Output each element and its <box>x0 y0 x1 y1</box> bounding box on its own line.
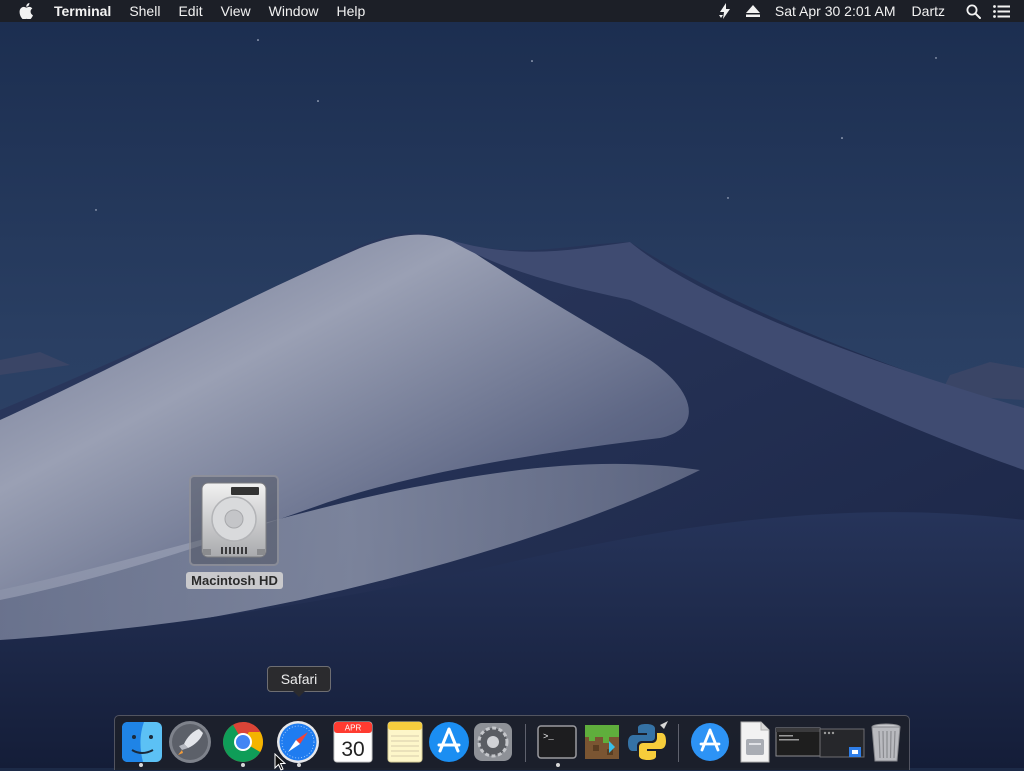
app-store-icon <box>429 722 469 762</box>
apple-logo-icon[interactable] <box>19 0 37 22</box>
document-icon <box>740 721 770 763</box>
dock-item-notes[interactable] <box>382 719 428 765</box>
menu-bar: Terminal Shell Edit View Window Help Sat… <box>0 0 1024 22</box>
dock-item-launchpad[interactable] <box>167 719 213 765</box>
python-icon <box>628 721 668 760</box>
trash-icon <box>871 723 901 762</box>
menu-bar-user[interactable]: Dartz <box>904 0 959 22</box>
chrome-icon <box>223 722 263 762</box>
dock-item-finder[interactable] <box>119 719 165 765</box>
drive-sync-icon[interactable] <box>716 0 734 22</box>
running-indicator-terminal <box>556 763 560 767</box>
terminal-prompt: >_ <box>543 732 554 742</box>
app-store-folder-icon <box>691 723 729 761</box>
screen-recording-icon <box>819 728 865 758</box>
dock-item-app-store-folder[interactable] <box>687 719 733 765</box>
dock-item-python[interactable] <box>624 719 670 765</box>
menu-edit[interactable]: Edit <box>169 0 211 22</box>
running-indicator-finder <box>139 763 143 767</box>
menu-shell[interactable]: Shell <box>120 0 169 22</box>
spotlight-search-icon[interactable] <box>964 0 982 22</box>
calendar-month: APR <box>345 724 362 733</box>
dock-tooltip: Safari <box>267 666 331 697</box>
menu-bar-left: Terminal Shell Edit View Window Help <box>0 0 374 22</box>
minecraft-icon <box>585 725 619 759</box>
menu-help[interactable]: Help <box>327 0 374 22</box>
dock-item-terminal[interactable]: >_ <box>534 719 580 765</box>
notification-center-icon[interactable] <box>992 0 1010 22</box>
hard-drive-icon <box>201 482 267 558</box>
notes-icon <box>387 721 423 763</box>
dock-item-chrome[interactable] <box>220 719 266 765</box>
dock: APR 30 >_ <box>114 715 910 770</box>
running-indicator-chrome <box>241 763 245 767</box>
eject-icon[interactable] <box>744 0 762 22</box>
desktop-icon-label: Macintosh HD <box>186 572 283 589</box>
dock-item-app-store[interactable] <box>426 719 472 765</box>
dock-item-trash[interactable] <box>863 719 909 765</box>
calendar-icon: APR 30 <box>333 721 373 763</box>
dock-item-calendar[interactable]: APR 30 <box>330 719 376 765</box>
launchpad-icon <box>169 721 211 763</box>
finder-icon <box>122 722 162 762</box>
menu-bar-clock[interactable]: Sat Apr 30 2:01 AM <box>767 0 904 22</box>
menu-view[interactable]: View <box>212 0 260 22</box>
dock-separator <box>525 724 526 762</box>
dock-separator <box>678 724 679 762</box>
mouse-cursor-icon <box>274 753 286 771</box>
terminal-window-icon <box>775 727 821 757</box>
terminal-icon: >_ <box>537 725 577 759</box>
dock-item-minecraft[interactable] <box>579 719 625 765</box>
menu-app-name[interactable]: Terminal <box>54 0 120 22</box>
system-preferences-icon <box>474 723 512 761</box>
dock-item-system-preferences[interactable] <box>470 719 516 765</box>
menu-bar-extras: Sat Apr 30 2:01 AM Dartz <box>711 0 1024 22</box>
running-indicator-safari <box>297 763 301 767</box>
dock-item-screen-recording[interactable] <box>819 719 865 765</box>
calendar-day: 30 <box>341 738 364 761</box>
dock-item-terminal-window[interactable] <box>775 719 821 765</box>
menu-window[interactable]: Window <box>260 0 328 22</box>
dock-item-document[interactable] <box>731 719 777 765</box>
desktop-wallpaper <box>0 0 1024 768</box>
